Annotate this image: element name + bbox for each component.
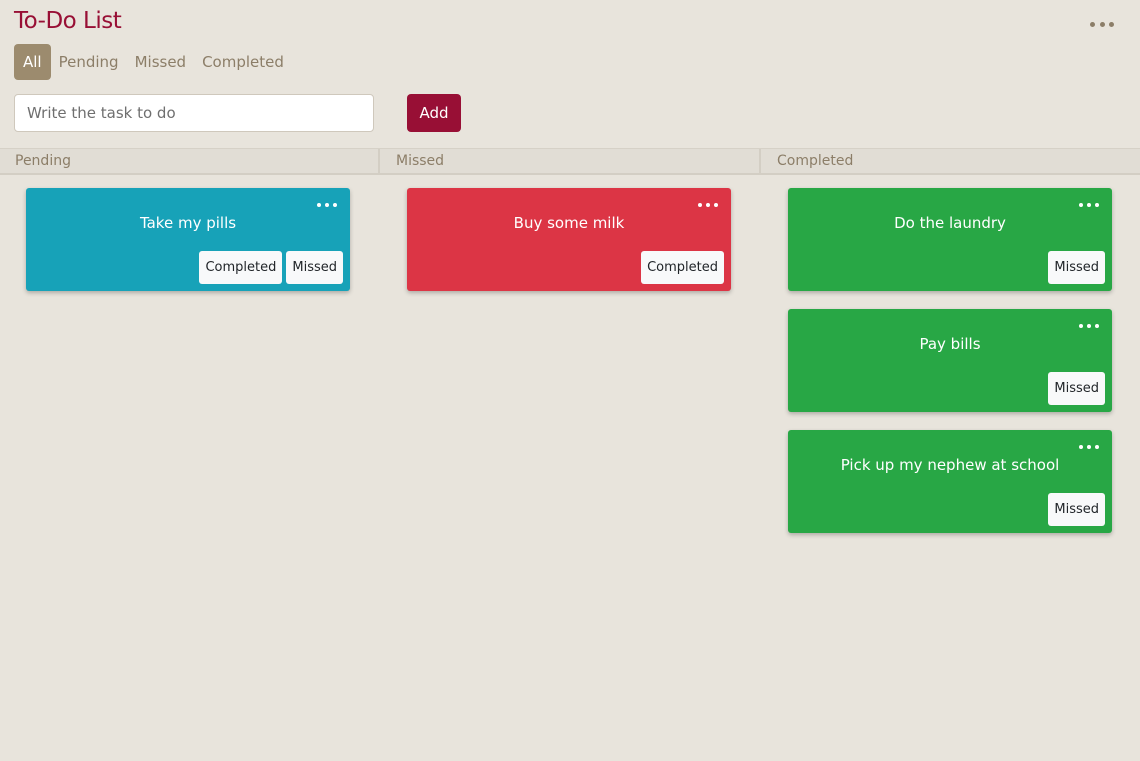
filter-completed[interactable]: Completed <box>194 44 292 80</box>
column-pending: Take my pills Completed Missed <box>26 188 350 309</box>
card-more-icon[interactable] <box>317 200 337 210</box>
task-card: Pick up my nephew at school Missed <box>788 430 1112 533</box>
mark-missed-button[interactable]: Missed <box>286 251 343 284</box>
column-header-missed: Missed <box>380 149 761 173</box>
page-title: To-Do List <box>14 8 122 34</box>
column-headers: Pending Missed Completed <box>0 148 1140 175</box>
filter-tabs: All Pending Missed Completed <box>14 44 292 80</box>
card-more-icon[interactable] <box>1079 200 1099 210</box>
task-text: Buy some milk <box>513 214 625 232</box>
mark-completed-button[interactable]: Completed <box>199 251 283 284</box>
card-actions: Completed <box>641 251 724 284</box>
card-actions: Completed Missed <box>199 251 343 284</box>
card-actions: Missed <box>1048 372 1105 405</box>
card-more-icon[interactable] <box>1079 442 1099 452</box>
card-more-icon[interactable] <box>698 200 718 210</box>
task-card: Take my pills Completed Missed <box>26 188 350 291</box>
task-card: Buy some milk Completed <box>407 188 731 291</box>
task-input[interactable] <box>14 94 374 132</box>
mark-missed-button[interactable]: Missed <box>1048 372 1105 405</box>
column-missed: Buy some milk Completed <box>407 188 731 309</box>
filter-missed[interactable]: Missed <box>127 44 195 80</box>
column-header-pending: Pending <box>0 149 380 173</box>
mark-missed-button[interactable]: Missed <box>1048 251 1105 284</box>
filter-pending[interactable]: Pending <box>51 44 127 80</box>
task-text: Take my pills <box>139 214 237 232</box>
task-text: Pay bills <box>919 335 981 353</box>
add-button[interactable]: Add <box>407 94 461 132</box>
card-actions: Missed <box>1048 251 1105 284</box>
mark-completed-button[interactable]: Completed <box>641 251 724 284</box>
column-header-completed: Completed <box>777 153 854 169</box>
card-more-icon[interactable] <box>1079 321 1099 331</box>
card-actions: Missed <box>1048 493 1105 526</box>
column-completed: Do the laundry Missed Pay bills Missed P… <box>788 188 1112 551</box>
task-text: Pick up my nephew at school <box>840 456 1060 474</box>
filter-all[interactable]: All <box>14 44 51 80</box>
task-card: Pay bills Missed <box>788 309 1112 412</box>
mark-missed-button[interactable]: Missed <box>1048 493 1105 526</box>
task-text: Do the laundry <box>894 214 1006 232</box>
more-options-icon[interactable] <box>1090 14 1114 34</box>
task-card: Do the laundry Missed <box>788 188 1112 291</box>
